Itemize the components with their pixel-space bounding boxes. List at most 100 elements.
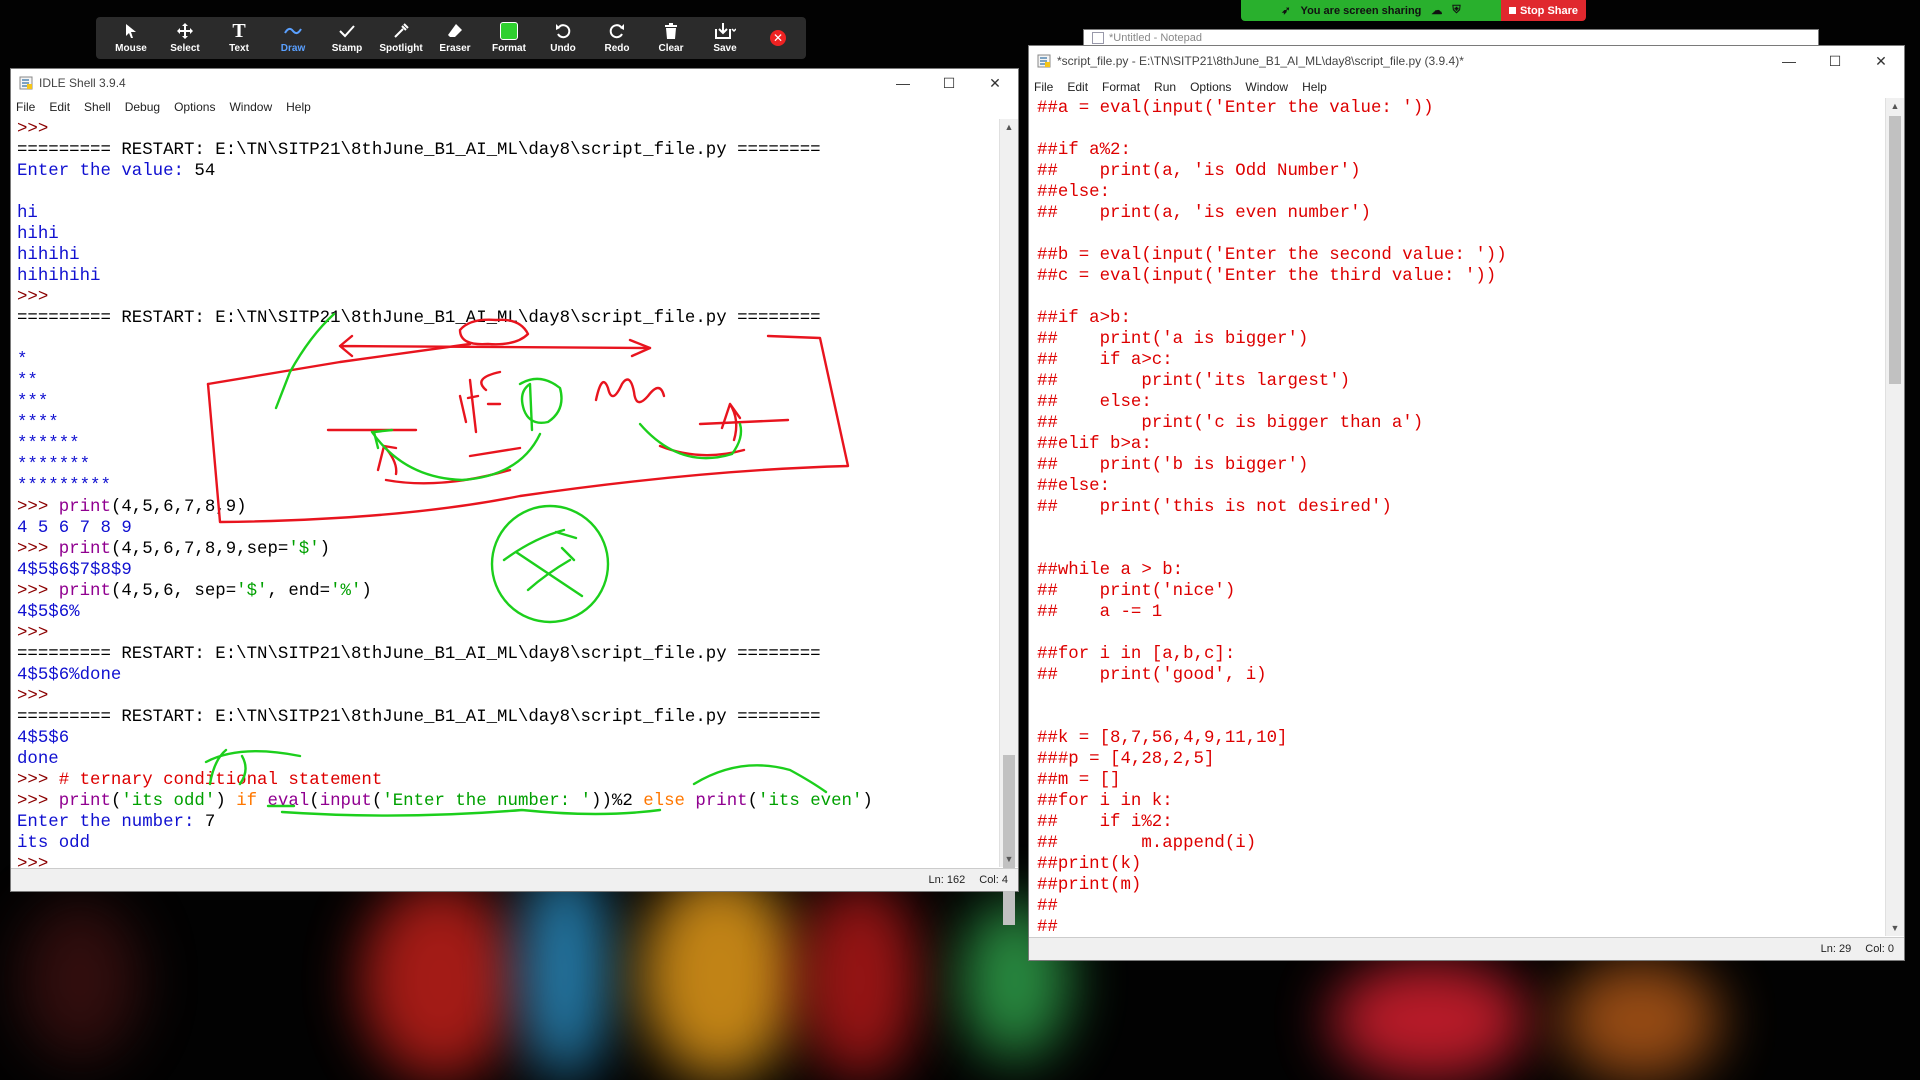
shell-token: ========= RESTART: E:\TN\SITP21\8thJune_… — [17, 708, 821, 727]
shell-token: input — [319, 792, 372, 811]
editor-line: ## print('c is bigger than a') — [1037, 414, 1424, 433]
shell-line: ** — [17, 371, 996, 392]
editor-line: ##if a%2: — [1037, 141, 1131, 160]
shell-token: ) — [862, 792, 873, 811]
notepad-title: *Untitled - Notepad — [1109, 32, 1202, 44]
shell-line: >>> — [17, 686, 996, 707]
mouse-tool-button[interactable]: Mouse — [104, 17, 158, 59]
shell-token: 7 — [204, 813, 216, 832]
menu-file[interactable]: File — [1034, 80, 1053, 94]
menu-file[interactable]: File — [16, 100, 35, 114]
shell-scroll-thumb[interactable] — [1003, 755, 1015, 925]
shell-token: ) — [319, 540, 331, 559]
draw-icon — [284, 22, 302, 40]
editor-scroll-thumb[interactable] — [1889, 116, 1901, 384]
shell-token: print — [58, 582, 111, 601]
shell-token — [685, 792, 695, 811]
idle-shell-window[interactable]: IDLE Shell 3.9.4 — ☐ ✕ File Edit Shell D… — [10, 68, 1019, 925]
menu-options[interactable]: Options — [174, 100, 215, 114]
shell-token: 54 — [194, 162, 216, 181]
script-editor-window[interactable]: *script_file.py - E:\TN\SITP21\8thJune_B… — [1028, 45, 1905, 961]
menu-run[interactable]: Run — [1154, 80, 1176, 94]
editor-scrollbar[interactable]: ▲ ▼ — [1885, 98, 1904, 936]
sharing-text: You are screen sharing — [1300, 4, 1422, 17]
save-button[interactable]: Save — [698, 17, 752, 59]
close-button[interactable]: ✕ — [1858, 46, 1904, 76]
format-tool-button[interactable]: Format — [482, 17, 536, 59]
editor-line: ## print(a, 'is Odd Number') — [1037, 162, 1361, 181]
stop-share-button[interactable]: Stop Share — [1501, 0, 1586, 21]
close-annotation-icon[interactable]: ✕ — [770, 30, 786, 46]
editor-text-area[interactable]: ##a = eval(input('Enter the value: ')) ##… — [1037, 98, 1882, 936]
minimize-button[interactable]: — — [880, 69, 926, 97]
shell-token: >>> — [17, 288, 49, 307]
redo-button[interactable]: Redo — [590, 17, 644, 59]
maximize-button[interactable]: ☐ — [926, 69, 972, 97]
pin-icon: ➶ — [1281, 5, 1291, 17]
shell-token: 'its even' — [758, 792, 863, 811]
menu-edit[interactable]: Edit — [1067, 80, 1088, 94]
draw-tool-button[interactable]: Draw — [266, 17, 320, 59]
menu-debug[interactable]: Debug — [125, 100, 160, 114]
menu-help[interactable]: Help — [1302, 80, 1327, 94]
shell-scrollbar[interactable]: ▲ ▼ — [999, 119, 1018, 925]
idle-shell-menubar: File Edit Shell Debug Options Window Hel… — [11, 97, 1018, 117]
minimize-button[interactable]: — — [1766, 46, 1812, 76]
scroll-up-icon[interactable]: ▲ — [1000, 119, 1018, 135]
close-button[interactable]: ✕ — [972, 69, 1018, 97]
scroll-down-icon[interactable]: ▼ — [1886, 920, 1904, 936]
editor-line: ## a -= 1 — [1037, 603, 1163, 622]
cursor-icon — [124, 22, 138, 40]
shell-text-area[interactable]: >>> ========= RESTART: E:\TN\SITP21\8thJu… — [17, 119, 996, 867]
shell-token: 4$5$6%done — [17, 666, 122, 685]
shell-line: *** — [17, 392, 996, 413]
editor-line: ## if i%2: — [1037, 813, 1173, 832]
maximize-button[interactable]: ☐ — [1812, 46, 1858, 76]
script-editor-titlebar[interactable]: *script_file.py - E:\TN\SITP21\8thJune_B… — [1029, 46, 1904, 76]
shell-token: 4$5$6% — [17, 603, 80, 622]
editor-line: ## print('good', i) — [1037, 666, 1267, 685]
redo-icon — [609, 22, 625, 40]
clear-button[interactable]: Clear — [644, 17, 698, 59]
shell-line: hihi — [17, 224, 996, 245]
shell-line: 4$5$6%done — [17, 665, 996, 686]
menu-options[interactable]: Options — [1190, 80, 1231, 94]
scroll-down-icon[interactable]: ▼ — [1000, 851, 1018, 867]
shell-token: '$' — [288, 540, 320, 559]
shell-token: **** — [17, 414, 59, 433]
select-tool-button[interactable]: Select — [158, 17, 212, 59]
trash-icon — [664, 22, 678, 40]
undo-button[interactable]: Undo — [536, 17, 590, 59]
screen-sharing-indicator[interactable]: ➶ You are screen sharing ☁ ⛨ — [1241, 0, 1501, 21]
menu-edit[interactable]: Edit — [49, 100, 70, 114]
menu-window[interactable]: Window — [1245, 80, 1288, 94]
idle-shell-titlebar[interactable]: IDLE Shell 3.9.4 — ☐ ✕ — [11, 69, 1018, 97]
shell-line: Enter the value: 54 — [17, 161, 996, 182]
shell-token: >>> — [17, 771, 59, 790]
editor-column-number: Col: 0 — [1865, 943, 1894, 955]
shell-line: hi — [17, 203, 996, 224]
spotlight-icon — [393, 22, 409, 40]
eraser-tool-button[interactable]: Eraser — [428, 17, 482, 59]
shell-token: print — [695, 792, 748, 811]
shell-token: , end= — [267, 582, 331, 601]
shell-line: its odd — [17, 833, 996, 854]
menu-shell[interactable]: Shell — [84, 100, 111, 114]
menu-window[interactable]: Window — [229, 100, 272, 114]
shell-token: ( — [371, 792, 383, 811]
shell-line: ******* — [17, 455, 996, 476]
spotlight-tool-button[interactable]: Spotlight — [374, 17, 428, 59]
scroll-up-icon[interactable]: ▲ — [1886, 98, 1904, 114]
menu-help[interactable]: Help — [286, 100, 311, 114]
python-file-icon — [1037, 54, 1051, 68]
editor-line-number: Ln: 29 — [1820, 943, 1852, 955]
menu-format[interactable]: Format — [1102, 80, 1140, 94]
stamp-tool-button[interactable]: Stamp — [320, 17, 374, 59]
save-label: Save — [713, 43, 737, 54]
editor-line: ##a = eval(input('Enter the value: ')) — [1037, 99, 1434, 118]
editor-line: ## if a>c: — [1037, 351, 1173, 370]
text-tool-button[interactable]: T Text — [212, 17, 266, 59]
